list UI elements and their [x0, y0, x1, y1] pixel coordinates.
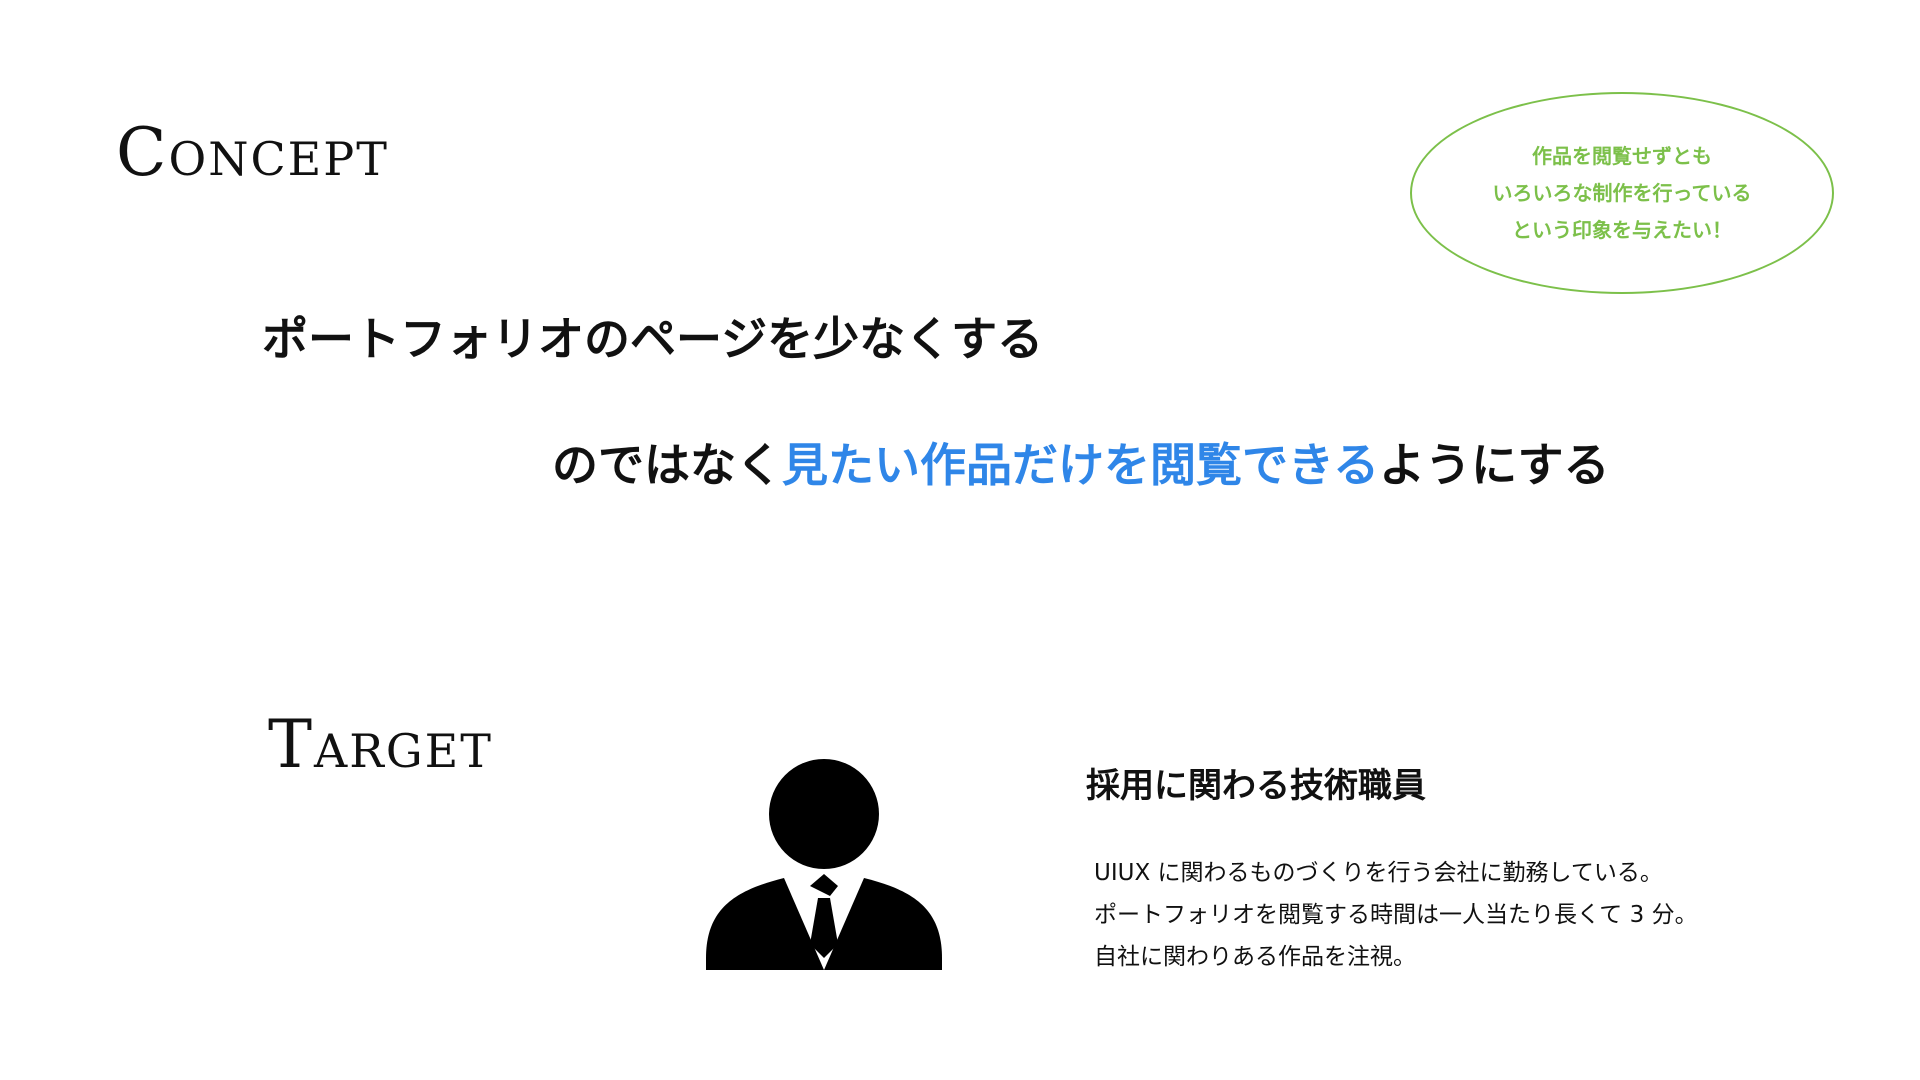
description-line: UIUX に関わるものづくりを行う会社に勤務している。 — [1094, 860, 1663, 886]
target-description: UIUX に関わるものづくりを行う会社に勤務している。 ポートフォリオを閲覧する… — [1094, 852, 1698, 978]
target-title: 採用に関わる技術職員 — [1086, 766, 1426, 806]
bubble-line: いろいろな制作を行っている — [1492, 180, 1752, 205]
concept-heading: Concept — [116, 114, 389, 191]
concept-statement-line-2: のではなく見たい作品だけを閲覧できるようにする — [552, 440, 1610, 491]
description-line: ポートフォリオを閲覧する時間は一人当たり長くて 3 分。 — [1094, 902, 1698, 928]
concept-line-2-prefix: のではなく — [552, 438, 782, 492]
description-line: 自社に関わりある作品を注視。 — [1094, 944, 1416, 970]
concept-line-2-highlight: 見たい作品だけを閲覧できる — [782, 438, 1380, 492]
target-heading: Target — [268, 706, 493, 783]
bubble-line: という印象を与えたい！ — [1512, 217, 1732, 242]
concept-speech-bubble: 作品を閲覧せずとも いろいろな制作を行っている という印象を与えたい！ — [1410, 92, 1834, 294]
bubble-line: 作品を閲覧せずとも — [1532, 143, 1712, 168]
businessman-icon — [706, 758, 942, 970]
concept-line-2-suffix: ようにする — [1379, 438, 1610, 492]
concept-statement-line-1: ポートフォリオのページを少なくする — [262, 312, 1044, 366]
